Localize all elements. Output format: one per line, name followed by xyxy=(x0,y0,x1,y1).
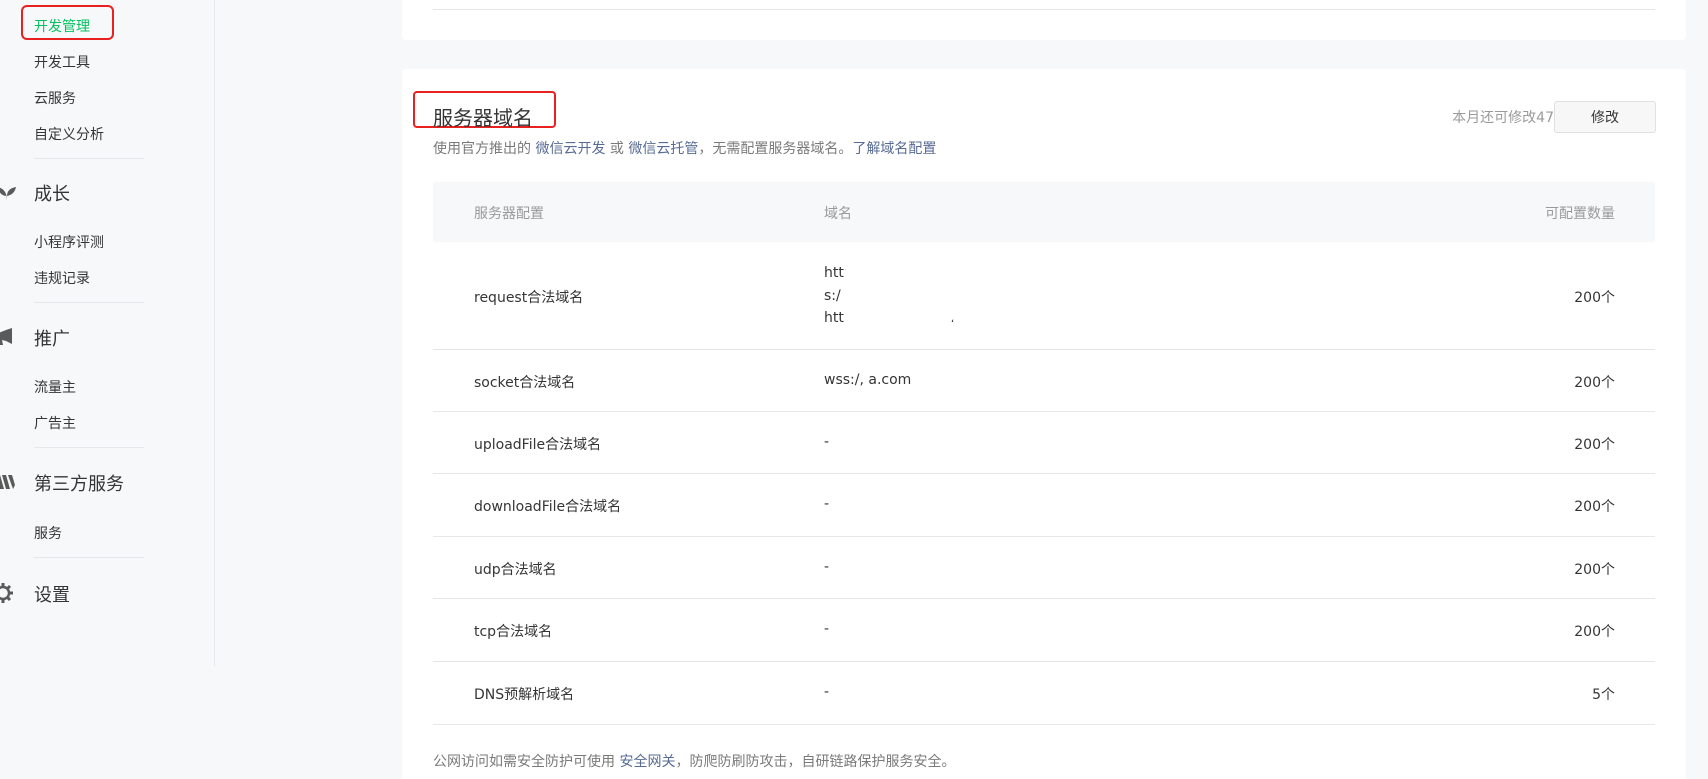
sidebar-item-cloud[interactable]: 云服务 xyxy=(34,88,76,108)
header-config: 服务器配置 xyxy=(474,206,544,222)
row-name: request合法域名 xyxy=(474,290,584,306)
sidebar-group-promotion[interactable]: 推广 xyxy=(34,325,70,351)
row-count: 5个 xyxy=(1592,687,1615,703)
domain-value: - xyxy=(824,496,830,512)
desc-middle: ，无需配置服务器域名。 xyxy=(698,141,853,157)
security-gateway-link[interactable]: 安全网关 xyxy=(619,754,675,770)
domain-value: - xyxy=(824,684,830,700)
domain-value: - xyxy=(824,621,830,637)
table-row: tcp合法域名 - 200个 xyxy=(433,599,1655,662)
sidebar-group-third-party[interactable]: 第三方服务 xyxy=(34,470,124,496)
sidebar-item-evaluation[interactable]: 小程序评测 xyxy=(34,232,104,252)
section-description: 使用官方推出的 微信云开发 或 微信云托管，无需配置服务器域名。了解域名配置 xyxy=(433,138,936,158)
row-count: 200个 xyxy=(1574,437,1615,453)
row-name: udp合法域名 xyxy=(474,562,557,578)
table-row: DNS预解析域名 - 5个 xyxy=(433,662,1655,725)
row-count: 200个 xyxy=(1574,375,1615,391)
table-row: udp合法域名 - 200个 xyxy=(433,537,1655,599)
row-count: 200个 xyxy=(1574,562,1615,578)
desc-prefix: 使用官方推出的 xyxy=(433,141,531,157)
sidebar-item-dev-manage[interactable]: 开发管理 xyxy=(34,16,90,36)
row-count: 200个 xyxy=(1574,624,1615,640)
megaphone-icon xyxy=(0,326,16,348)
domain-table: 服务器配置 域名 可配置数量 request合法域名 https:// map … xyxy=(433,182,1655,725)
sidebar-item-service[interactable]: 服务 xyxy=(34,523,62,543)
sidebar-group-growth[interactable]: 成长 xyxy=(34,180,70,206)
previous-card xyxy=(402,0,1686,40)
sidebar-item-dev-tools[interactable]: 开发工具 xyxy=(34,52,90,72)
row-count: 200个 xyxy=(1574,290,1615,306)
sidebar-item-advertiser[interactable]: 广告主 xyxy=(34,413,76,433)
divider xyxy=(34,158,144,159)
sidebar-group-settings[interactable]: 设置 xyxy=(34,581,70,607)
row-name: tcp合法域名 xyxy=(474,624,553,640)
table-row: downloadFile合法域名 - 200个 xyxy=(433,474,1655,537)
divider xyxy=(34,447,144,448)
learn-domain-config-link[interactable]: 了解域名配置 xyxy=(852,141,936,157)
divider xyxy=(433,9,1655,10)
security-note: 公网访问如需安全防护可使用 安全网关，防爬防刷防攻击，自研链路保护服务安全。 xyxy=(433,751,955,771)
row-name: DNS预解析域名 xyxy=(474,687,575,703)
domain-value: wss:/, a.com xyxy=(824,372,912,388)
row-name: uploadFile合法域名 xyxy=(474,437,602,453)
sidebar-item-custom-analysis[interactable]: 自定义分析 xyxy=(34,124,104,144)
table-row: request合法域名 https:// map .com s:/ htt e … xyxy=(433,242,1655,350)
table-row: uploadFile合法域名 - 200个 xyxy=(433,412,1655,474)
domain-value: - xyxy=(824,434,830,450)
section-title: 服务器域名 xyxy=(433,106,533,130)
domain-value: - xyxy=(824,559,830,575)
divider xyxy=(34,302,144,303)
third-party-icon xyxy=(0,471,16,493)
row-count: 200个 xyxy=(1574,499,1615,515)
desc-or: 或 xyxy=(609,141,624,157)
table-row: socket合法域名 wss:/, a.com 200个 xyxy=(433,350,1655,412)
modify-button[interactable]: 修改 xyxy=(1554,101,1656,133)
sidebar: 开发管理 开发工具 云服务 自定义分析 成长 小程序评测 违规记录 推广 流量主… xyxy=(0,0,215,666)
header-domain: 域名 xyxy=(824,206,852,222)
quota-text: 本月还可修改47次 xyxy=(1452,110,1568,126)
redaction-mask xyxy=(891,268,955,326)
header-count: 可配置数量 xyxy=(1545,206,1615,222)
note-prefix: 公网访问如需安全防护可使用 xyxy=(433,754,615,770)
row-name: downloadFile合法域名 xyxy=(474,499,622,515)
server-domain-card: 服务器域名 本月还可修改47次 修改 使用官方推出的 微信云开发 或 微信云托管… xyxy=(402,69,1686,779)
leaf-icon xyxy=(0,181,18,203)
sidebar-item-traffic-owner[interactable]: 流量主 xyxy=(34,377,76,397)
table-header: 服务器配置 域名 可配置数量 xyxy=(433,182,1655,242)
sidebar-item-violations[interactable]: 违规记录 xyxy=(34,268,90,288)
divider xyxy=(34,557,144,558)
row-name: socket合法域名 xyxy=(474,375,576,391)
wechat-cloud-hosting-link[interactable]: 微信云托管 xyxy=(628,141,698,157)
wechat-cloud-dev-link[interactable]: 微信云开发 xyxy=(535,141,605,157)
gear-icon xyxy=(0,582,14,604)
note-suffix: ，防爬防刷防攻击，自研链路保护服务安全。 xyxy=(675,754,956,770)
